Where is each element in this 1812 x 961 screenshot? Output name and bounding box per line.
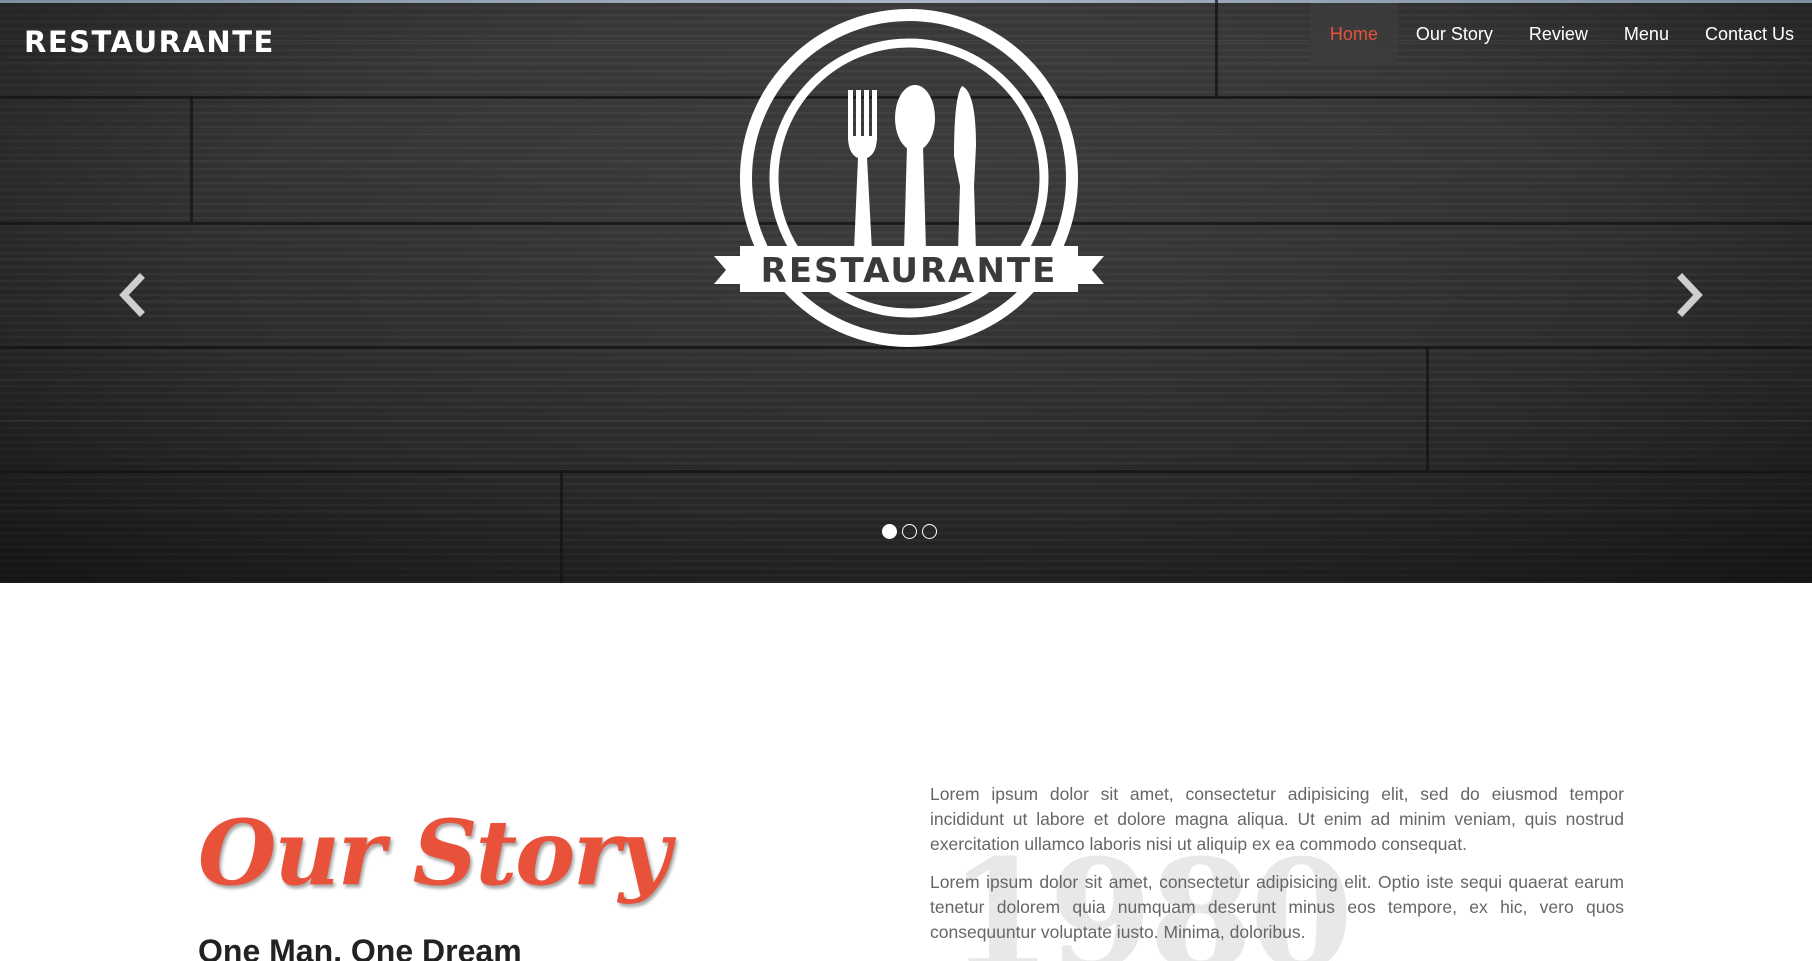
main-navbar: Home Our Story Review Menu Contact Us [1309, 3, 1812, 65]
plank-joint [560, 470, 563, 583]
carousel-indicator-3[interactable] [922, 524, 937, 539]
chevron-left-icon[interactable] [114, 272, 154, 318]
nav-item-review[interactable]: Review [1511, 3, 1606, 65]
nav-item-our-story[interactable]: Our Story [1398, 3, 1511, 65]
wood-grain [0, 510, 1812, 511]
hero-carousel: RESTAURANTE Home Our Story Review Menu C… [0, 0, 1812, 583]
plank-joint [1426, 346, 1429, 470]
story-title: Our Story [198, 800, 671, 906]
plank-joint [190, 96, 193, 222]
carousel-indicator-2[interactable] [902, 524, 917, 539]
restaurante-emblem: RESTAURANTE [714, 9, 1104, 347]
emblem-text: RESTAURANTE [761, 251, 1058, 291]
carousel-indicator-1[interactable] [882, 524, 897, 539]
story-subtitle: One Man, One Dream [198, 933, 522, 961]
story-paragraph-2: Lorem ipsum dolor sit amet, consectetur … [930, 872, 1624, 942]
wood-grain [0, 380, 1812, 381]
nav-item-menu[interactable]: Menu [1606, 3, 1687, 65]
spoon-icon [895, 85, 935, 251]
plank-joint [1215, 0, 1218, 96]
brand-logo[interactable]: RESTAURANTE [24, 26, 275, 58]
carousel-indicators [882, 524, 937, 539]
chevron-right-icon[interactable] [1668, 272, 1708, 318]
nav-item-home[interactable]: Home [1309, 3, 1398, 65]
fork-icon [848, 90, 877, 251]
knife-icon [954, 86, 976, 251]
story-paragraph-1: Lorem ipsum dolor sit amet, consectetur … [930, 784, 1624, 854]
wood-grain [0, 420, 1812, 421]
plank-seam [0, 470, 1812, 473]
nav-item-contact-us[interactable]: Contact Us [1687, 3, 1812, 65]
